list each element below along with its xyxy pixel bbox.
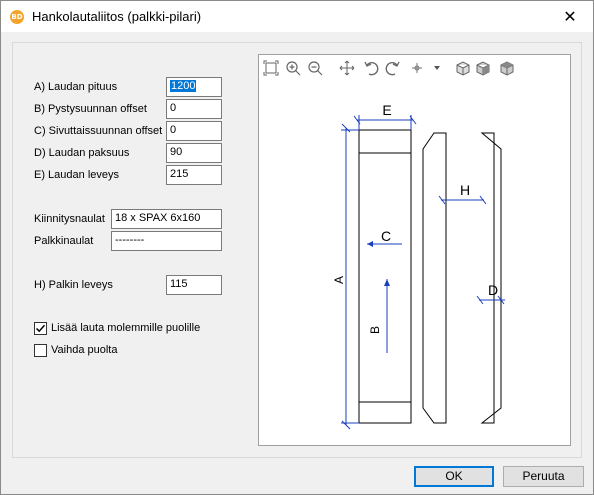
field-label-thickness: D) Laudan paksuus [34,147,130,159]
beam-width-input[interactable]: 115 [166,275,222,295]
dialog-window: BD Hankolautaliitos (palkki-pilari) ✕ A)… [0,0,594,495]
dim-label-b: B [368,326,382,334]
field-label-width: E) Laudan leveys [34,169,119,181]
dim-label-h: H [460,182,470,198]
checkmark-icon [35,324,46,333]
field-label-lateral-offset: C) Sivuttaissuunnan offset [34,125,163,137]
dim-label-e: E [382,102,391,118]
field-label-vertical-offset: B) Pystysuunnan offset [34,103,147,115]
thickness-input[interactable]: 90 [166,143,222,163]
cancel-button[interactable]: Peruuta [503,466,584,487]
app-logo-icon: BD [10,10,24,24]
beam-nails-field[interactable]: -------- [111,231,222,251]
joint-drawing: A E C B H D [332,102,505,430]
vertical-offset-input[interactable]: 0 [166,99,222,119]
dim-label-d: D [488,282,498,298]
lateral-offset-input[interactable]: 0 [166,121,222,141]
board-front-view [358,129,412,424]
profile-left [422,132,447,424]
close-button[interactable]: ✕ [547,1,593,32]
preview-pane[interactable]: A E C B H D [258,54,571,446]
beam-width-label: H) Palkin leveys [34,279,113,291]
swap-side-checkbox[interactable] [34,344,47,357]
width-input[interactable]: 215 [166,165,222,185]
both-sides-checkbox[interactable] [34,322,47,335]
profile-right [480,132,502,424]
beam-nails-label: Palkkinaulat [34,235,94,247]
swap-side-label: Vaihda puolta [51,344,118,356]
dim-label-c: C [381,228,391,244]
field-label-length: A) Laudan pituus [34,81,118,93]
both-sides-label: Lisää lauta molemmille puolille [51,322,201,334]
fastening-nails-field[interactable]: 18 x SPAX 6x160 [111,209,222,229]
length-input[interactable]: 1200 [166,77,222,97]
length-value: 1200 [170,80,197,92]
window-title: Hankolautaliitos (palkki-pilari) [32,9,202,24]
dim-label-a: A [332,276,346,284]
fastening-nails-label: Kiinnitysnaulat [34,213,105,225]
title-bar: BD Hankolautaliitos (palkki-pilari) ✕ [1,1,593,32]
ok-button[interactable]: OK [414,466,494,487]
